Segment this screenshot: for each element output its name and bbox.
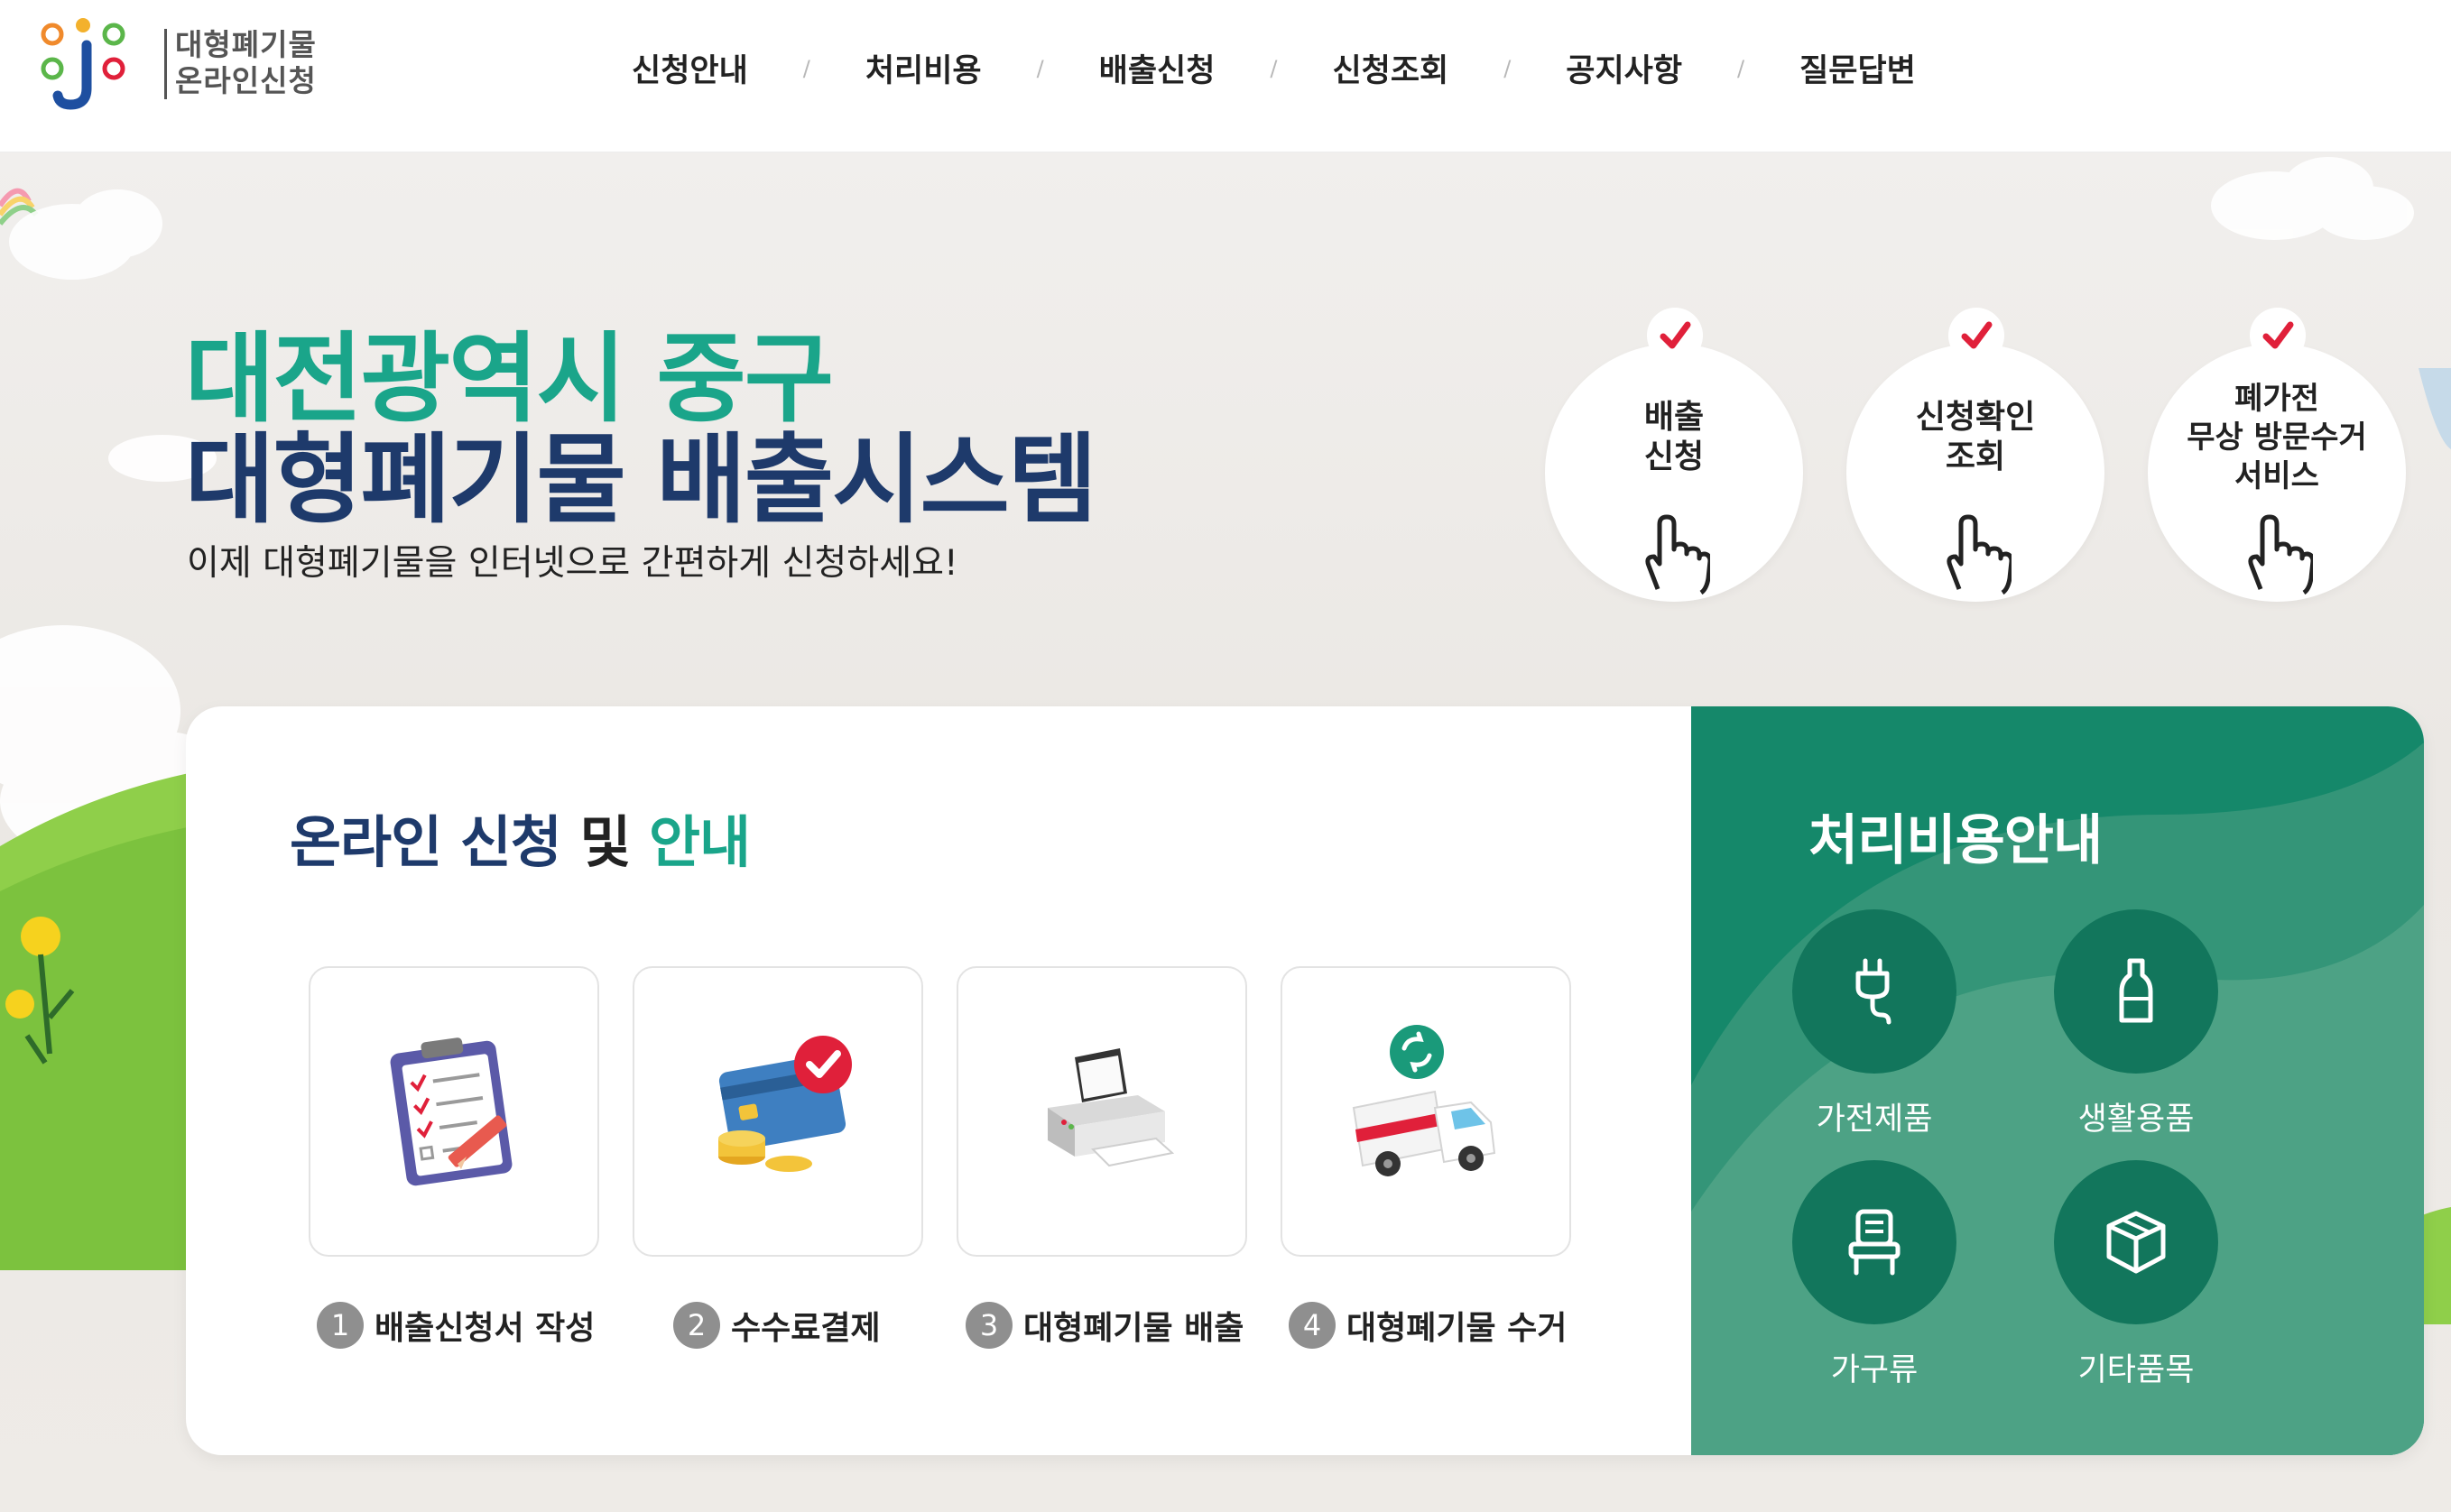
step-3-card[interactable]: [957, 966, 1247, 1257]
logo-divider: [164, 29, 167, 99]
logo-line-2: 온라인신청: [175, 63, 317, 98]
fee-item-others[interactable]: 기타품목: [2037, 1160, 2235, 1390]
hero-subtitle: 이제 대형폐기물을 인터넷으로 간편하게 신청하세요!: [187, 543, 958, 584]
step-label-text: 대형폐기물 배출: [1023, 1310, 1244, 1347]
fee-item-furniture[interactable]: 가구류: [1775, 1160, 1974, 1390]
fee-guide-panel: 처리비용안내 가전제품 생활용품 가구류 기타품목: [1691, 706, 2424, 1455]
site-header: 대형폐기물 온라인신청 신청안내 / 처리비용 / 배출신청 / 신청조회 / …: [0, 0, 2451, 152]
box-icon: [2106, 1211, 2166, 1274]
guide-title: 온라인 신청 및 안내: [290, 797, 751, 878]
pointing-hand-icon: [2248, 514, 2313, 595]
step-label-text: 배출신청서 작성: [375, 1310, 596, 1347]
clipboard-checklist-icon: [390, 1037, 513, 1186]
nav-item-notices[interactable]: 공지사항: [1566, 45, 1682, 91]
nav-item-disposal-apply[interactable]: 배출신청: [1099, 45, 1216, 91]
fee-item-circle: [2054, 1160, 2218, 1324]
step-4-label: 4 대형폐기물 수거: [1289, 1302, 1567, 1349]
step-number: 1: [317, 1302, 364, 1349]
logo-icon[interactable]: [36, 14, 130, 112]
nav-item-apply-lookup[interactable]: 신청조회: [1332, 45, 1448, 91]
nav-item-apply-guide[interactable]: 신청안내: [632, 45, 748, 91]
nav-item-qna[interactable]: 질문답변: [1799, 45, 1916, 91]
nav-separator: /: [1036, 55, 1044, 81]
checkmark-icon: [1948, 308, 2004, 364]
online-apply-guide-card: 온라인 신청 및 안내 1 배출신청서 작성 2 수수료결제 3 대형폐기물 배…: [186, 706, 2424, 1455]
fee-guide-title: 처리비용안내: [1808, 809, 2103, 872]
fee-item-label: 생활용품: [2077, 1102, 2195, 1138]
fee-item-household-goods[interactable]: 생활용품: [2037, 909, 2235, 1139]
collection-truck-icon: [1352, 1025, 1496, 1176]
quick-link-label: 폐가전 무상 방문수거 서비스: [2148, 380, 2406, 496]
step-3-label: 3 대형폐기물 배출: [966, 1302, 1244, 1349]
fee-item-label: 가구류: [1830, 1352, 1919, 1388]
fee-item-appliances[interactable]: 가전제품: [1775, 909, 1974, 1139]
logo-line-1: 대형폐기물: [175, 27, 317, 62]
hero-title-line-2: 대형폐기물 배출시스템: [185, 424, 1097, 537]
chair-icon: [1848, 1209, 1901, 1276]
quick-link-apply-lookup[interactable]: 신청확인 조회: [1846, 308, 2104, 602]
guide-title-part-1: 온라인 신청: [290, 809, 562, 875]
step-1-card[interactable]: [309, 966, 599, 1257]
fee-item-label: 기타품목: [2077, 1352, 2195, 1388]
quick-link-label-line-3: 서비스: [2234, 458, 2319, 494]
guide-title-part-3: 안내: [649, 809, 751, 875]
fee-item-circle: [1792, 1160, 1956, 1324]
quick-link-label-line-2: 조회: [1945, 438, 2006, 475]
step-label-text: 대형폐기물 수거: [1346, 1310, 1568, 1347]
nav-separator: /: [1270, 55, 1278, 81]
pointing-hand-icon: [1947, 514, 2012, 595]
logo-text[interactable]: 대형폐기물 온라인신청: [175, 27, 317, 99]
step-label-text: 수수료결제: [731, 1310, 881, 1347]
quick-link-disposal-apply[interactable]: 배출 신청: [1545, 308, 1803, 602]
checkmark-icon: [2250, 308, 2306, 364]
fee-item-circle: [1792, 909, 1956, 1074]
quick-link-label-line-1: 폐가전: [2234, 381, 2319, 417]
step-1-label: 1 배출신청서 작성: [317, 1302, 595, 1349]
step-number: 3: [966, 1302, 1013, 1349]
nav-item-fees[interactable]: 처리비용: [865, 45, 982, 91]
checkmark-icon: [1647, 308, 1703, 364]
plug-icon: [1855, 958, 1891, 1025]
quick-link-label-line-1: 배출: [1643, 399, 1705, 436]
quick-link-free-appliance-pickup[interactable]: 폐가전 무상 방문수거 서비스: [2148, 308, 2406, 602]
credit-card-payment-icon: [718, 1036, 852, 1172]
quick-link-label-line-2: 무상 방문수거: [2187, 419, 2367, 456]
step-4-card[interactable]: [1281, 966, 1571, 1257]
quick-link-label-line-2: 신청: [1643, 438, 1705, 475]
nav-separator: /: [1503, 55, 1512, 81]
nav-separator: /: [802, 55, 810, 81]
step-2-card[interactable]: [633, 966, 923, 1257]
quick-link-label: 배출 신청: [1545, 398, 1803, 477]
nav-separator: /: [1737, 55, 1745, 81]
guide-title-part-2: 및: [560, 809, 650, 875]
pointing-hand-icon: [1645, 514, 1710, 595]
fee-item-label: 가전제품: [1816, 1102, 1933, 1138]
quick-link-label: 신청확인 조회: [1846, 398, 2104, 477]
printer-icon: [1048, 1048, 1175, 1167]
step-2-label: 2 수수료결제: [673, 1302, 881, 1349]
main-nav: 신청안내 / 처리비용 / 배출신청 / 신청조회 / 공지사항 / 질문답변: [632, 45, 1916, 91]
step-number: 2: [673, 1302, 720, 1349]
quick-link-label-line-1: 신청확인: [1915, 399, 2036, 436]
bottle-icon: [2119, 958, 2153, 1023]
step-number: 4: [1289, 1302, 1336, 1349]
fee-item-circle: [2054, 909, 2218, 1074]
